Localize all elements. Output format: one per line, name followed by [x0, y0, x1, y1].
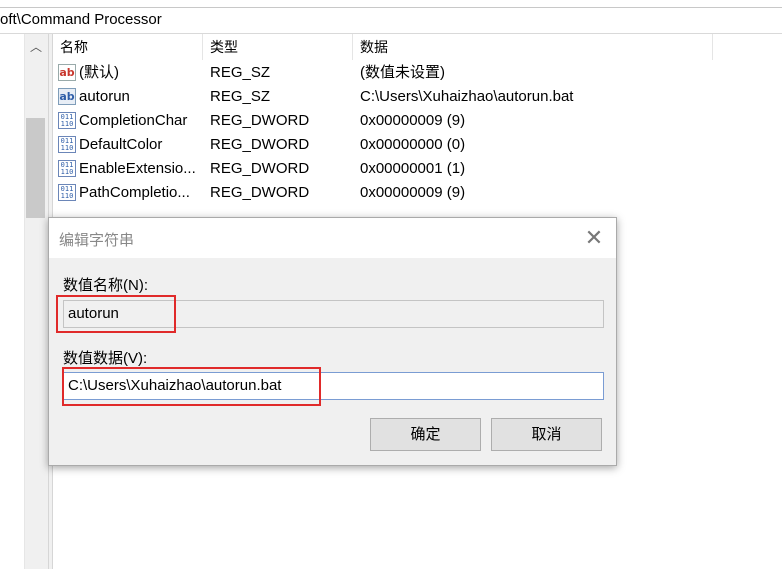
- binary-value-icon: 011 110: [58, 136, 76, 153]
- tree-scrollbar[interactable]: [24, 34, 48, 569]
- list-item[interactable]: 011 110 CompletionChar REG_DWORD 0x000000…: [53, 109, 713, 133]
- column-header-data[interactable]: 数据: [353, 34, 713, 60]
- tree-pane[interactable]: ︿: [0, 34, 48, 569]
- scroll-up-arrow-icon[interactable]: ︿: [24, 34, 48, 58]
- value-name: PathCompletio...: [79, 184, 190, 201]
- tree-scroll-thumb[interactable]: [26, 118, 45, 218]
- dialog-title: 编辑字符串: [59, 232, 135, 249]
- value-name: CompletionChar: [79, 112, 188, 129]
- value-data-field[interactable]: C:\Users\Xuhaizhao\autorun.bat: [63, 372, 604, 400]
- value-data: C:\Users\Xuhaizhao\autorun.bat: [360, 88, 574, 105]
- value-name: EnableExtensio...: [79, 160, 196, 177]
- list-item[interactable]: 011 110 EnableExtensio... REG_DWORD 0x000…: [53, 157, 713, 181]
- value-type: REG_DWORD: [210, 184, 310, 201]
- value-name-label: 数值名称(N):: [63, 277, 148, 294]
- value-data-label: 数值数据(V):: [63, 350, 148, 367]
- value-data: 0x00000000 (0): [360, 136, 466, 153]
- string-value-icon: ab: [58, 64, 76, 81]
- value-type: REG_SZ: [210, 64, 271, 81]
- ok-button[interactable]: 确定: [370, 418, 481, 451]
- list-header: 名称 类型 数据: [53, 34, 782, 60]
- list-item[interactable]: ab (默认) REG_SZ (数值未设置): [53, 61, 713, 85]
- dialog-titlebar[interactable]: 编辑字符串 ✕: [49, 218, 616, 258]
- binary-value-icon: 011 110: [58, 184, 76, 201]
- edit-string-dialog: 编辑字符串 ✕ 数值名称(N): autorun 数值数据(V): C:\Use…: [48, 217, 617, 466]
- value-type: REG_DWORD: [210, 160, 310, 177]
- value-data: (数值未设置): [360, 64, 445, 81]
- value-name-field[interactable]: autorun: [63, 300, 604, 328]
- value-type: REG_DWORD: [210, 112, 310, 129]
- list-item[interactable]: ab autorun REG_SZ C:\Users\Xuhaizhao\aut…: [53, 85, 713, 109]
- binary-value-icon: 011 110: [58, 160, 76, 177]
- list-item[interactable]: 011 110 DefaultColor REG_DWORD 0x00000000…: [53, 133, 713, 157]
- value-data: 0x00000001 (1): [360, 160, 466, 177]
- value-name: DefaultColor: [79, 136, 163, 153]
- address-path: oft\Command Processor: [0, 11, 162, 28]
- close-icon[interactable]: ✕: [579, 224, 609, 252]
- string-value-icon: ab: [58, 88, 76, 105]
- list-item[interactable]: 011 110 PathCompletio... REG_DWORD 0x0000…: [53, 181, 713, 205]
- value-data: 0x00000009 (9): [360, 184, 466, 201]
- column-header-type[interactable]: 类型: [203, 34, 353, 60]
- value-type: REG_SZ: [210, 88, 271, 105]
- value-type: REG_DWORD: [210, 136, 310, 153]
- binary-value-icon: 011 110: [58, 112, 76, 129]
- cancel-button[interactable]: 取消: [491, 418, 602, 451]
- address-bar[interactable]: oft\Command Processor: [0, 0, 782, 34]
- column-header-name[interactable]: 名称: [53, 34, 203, 60]
- value-name: (默认): [79, 64, 119, 81]
- value-name: autorun: [79, 88, 130, 105]
- value-data: 0x00000009 (9): [360, 112, 466, 129]
